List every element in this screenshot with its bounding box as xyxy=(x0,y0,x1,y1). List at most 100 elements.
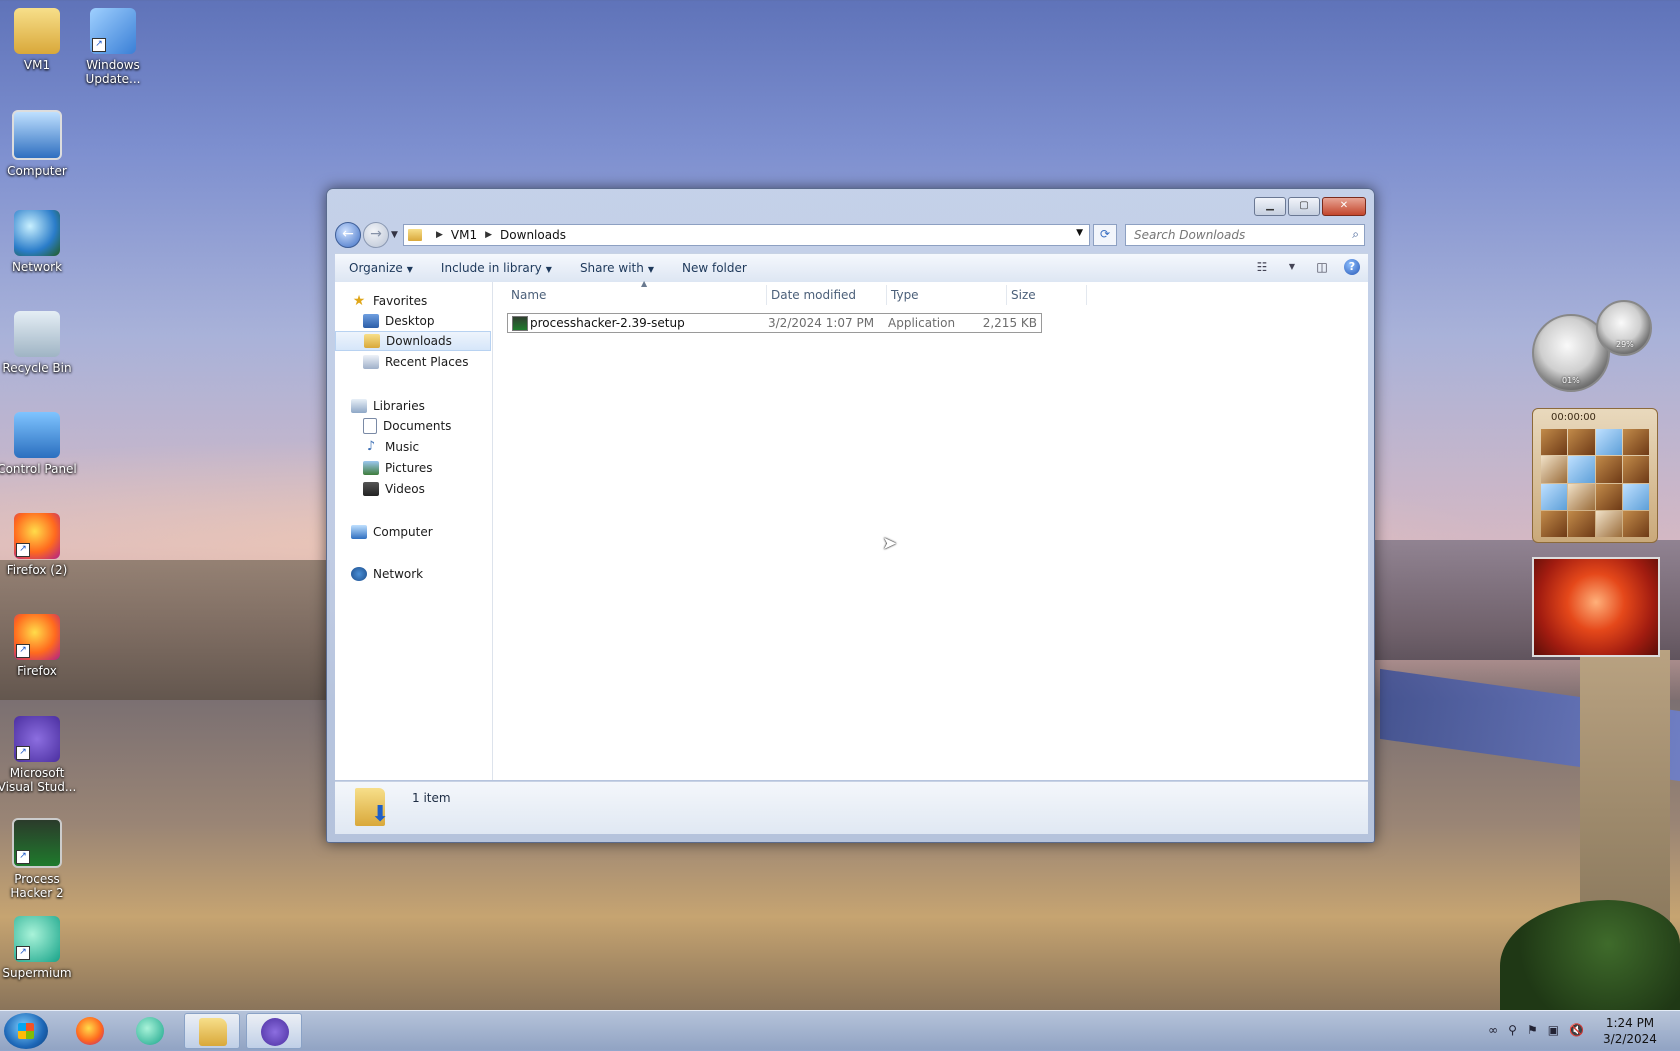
clock[interactable]: 1:24 PM 3/2/2024 xyxy=(1588,1015,1672,1047)
forward-button[interactable]: → xyxy=(363,222,389,248)
file-type: Application xyxy=(888,316,956,330)
memory-meter-gadget[interactable]: 29% xyxy=(1596,300,1652,356)
close-button[interactable]: ✕ xyxy=(1322,197,1366,216)
view-controls: ☷ ▼ ◫ ? xyxy=(1254,259,1360,275)
desktop-icon-network[interactable]: Network xyxy=(0,210,77,274)
network-icon xyxy=(351,567,367,581)
refresh-icon[interactable]: ⟳ xyxy=(1093,224,1117,246)
desktop-icon-visual-studio[interactable]: ↗ Microsoft Visual Stud... xyxy=(0,716,77,794)
slideshow-gadget[interactable] xyxy=(1532,557,1660,657)
command-bar: Organize ▼ Include in library ▼ Share with… xyxy=(335,253,1368,283)
process-hacker-icon: ↗ xyxy=(12,818,62,868)
minimize-button[interactable]: ▁ xyxy=(1254,197,1286,216)
start-button[interactable] xyxy=(4,1013,48,1049)
computer-icon xyxy=(12,110,62,160)
new-folder-button[interactable]: New folder xyxy=(668,261,761,275)
desktop-icon-firefox[interactable]: ↗ Firefox xyxy=(0,614,77,678)
column-header-size[interactable]: Size xyxy=(1007,285,1087,305)
search-tray-icon[interactable]: ⚲ xyxy=(1508,1023,1517,1037)
file-row[interactable]: processhacker-2.39-setup 3/2/2024 1:07 P… xyxy=(507,313,1042,333)
desktop-icon-label: Firefox xyxy=(17,664,57,678)
desktop-icon-label: Firefox (2) xyxy=(6,563,68,577)
star-icon: ★ xyxy=(352,293,366,309)
maximize-button[interactable]: ▢ xyxy=(1288,197,1320,216)
music-note-icon: ♪ xyxy=(366,439,376,454)
taskbar-supermium[interactable] xyxy=(122,1013,178,1049)
folder-icon xyxy=(408,229,422,241)
desktop-icon-label: Supermium xyxy=(2,966,72,980)
desktop-icon-recycle-bin[interactable]: Recycle Bin xyxy=(0,311,77,375)
column-header-name[interactable]: Name xyxy=(507,285,767,305)
nav-documents[interactable]: Documents xyxy=(335,416,519,436)
memory-usage: 29% xyxy=(1616,340,1634,349)
desktop-icon-windows-update[interactable]: ↗ Windows Update... xyxy=(73,8,153,86)
preview-pane-icon[interactable]: ◫ xyxy=(1314,259,1330,275)
explorer-window[interactable]: ▁ ▢ ✕ ← → ▼ ▶ VM1 ▶ Downloads ▼ ⟳ ⌕ Orga… xyxy=(326,188,1375,843)
taskbar-explorer[interactable] xyxy=(184,1013,240,1049)
nav-desktop[interactable]: Desktop xyxy=(335,311,519,331)
breadcrumb-separator-icon[interactable]: ▶ xyxy=(436,230,443,240)
include-in-library-menu[interactable]: Include in library ▼ xyxy=(427,261,566,275)
organize-menu[interactable]: Organize ▼ xyxy=(335,261,427,275)
recent-pages-dropdown[interactable]: ▼ xyxy=(391,230,398,240)
notification-area: ∞ ⚲ ⚑ ▣ 🔇 xyxy=(1488,1023,1584,1037)
application-icon xyxy=(512,316,528,331)
breadcrumb-separator-icon[interactable]: ▶ xyxy=(485,230,492,240)
firefox-icon xyxy=(76,1017,104,1045)
back-button[interactable]: ← xyxy=(335,222,361,248)
caption-buttons: ▁ ▢ ✕ xyxy=(1254,197,1366,216)
chevron-down-icon: ▼ xyxy=(647,265,654,274)
desktop-icon-process-hacker[interactable]: ↗ Process Hacker 2 xyxy=(0,818,77,900)
action-center-flag-icon[interactable]: ⚑ xyxy=(1527,1023,1538,1037)
nav-videos[interactable]: Videos xyxy=(335,479,519,499)
breadcrumb-vm1[interactable]: VM1 xyxy=(451,228,477,242)
help-icon[interactable]: ? xyxy=(1344,259,1360,275)
videos-icon xyxy=(363,482,379,496)
desktop-icon-vm1[interactable]: VM1 xyxy=(0,8,77,72)
nav-computer[interactable]: Computer xyxy=(335,522,507,542)
item-count: 1 item xyxy=(412,791,451,805)
nav-music[interactable]: ♪ Music xyxy=(335,437,519,457)
nav-libraries[interactable]: Libraries xyxy=(335,396,507,416)
file-list: ▲ Name Date modified Type Size processha… xyxy=(493,279,1368,780)
taskbar-visual-studio[interactable] xyxy=(246,1013,302,1049)
vs-tray-icon[interactable]: ∞ xyxy=(1488,1023,1498,1037)
share-with-menu[interactable]: Share with ▼ xyxy=(566,261,668,275)
volume-muted-icon[interactable]: 🔇 xyxy=(1569,1023,1584,1037)
search-icon[interactable]: ⌕ xyxy=(1352,227,1359,242)
pictures-icon xyxy=(363,461,379,475)
nav-favorites[interactable]: ★ Favorites xyxy=(335,291,507,311)
windows-logo-icon xyxy=(18,1023,34,1039)
search-input[interactable] xyxy=(1132,225,1336,245)
nav-network[interactable]: Network xyxy=(335,564,507,584)
nav-recent-places[interactable]: Recent Places xyxy=(335,352,519,372)
download-arrow-icon: ⬇ xyxy=(371,802,390,827)
view-options-dropdown-icon[interactable]: ▼ xyxy=(1284,259,1300,275)
change-view-icon[interactable]: ☷ xyxy=(1254,259,1270,275)
nav-downloads[interactable]: Downloads xyxy=(335,331,491,351)
explorer-folder-icon xyxy=(199,1018,227,1046)
taskbar-firefox[interactable] xyxy=(62,1013,118,1049)
mouse-pointer-icon: ➤ xyxy=(882,533,898,554)
desktop-icon-control-panel[interactable]: Control Panel xyxy=(0,412,77,476)
column-header-date-modified[interactable]: Date modified xyxy=(767,285,887,305)
chevron-down-icon: ▼ xyxy=(545,265,552,274)
user-folder-icon xyxy=(14,8,60,54)
picture-puzzle-gadget[interactable]: 00:00:00 xyxy=(1532,408,1658,543)
search-box[interactable]: ⌕ xyxy=(1125,224,1365,246)
desktop-icon-firefox-2[interactable]: ↗ Firefox (2) xyxy=(0,513,77,577)
visual-studio-icon: ↗ xyxy=(14,716,60,762)
desktop-icon-supermium[interactable]: ↗ Supermium xyxy=(0,916,77,980)
file-size: 2,215 KB xyxy=(982,316,1037,330)
nav-pictures[interactable]: Pictures xyxy=(335,458,519,478)
puzzle-tiles[interactable] xyxy=(1541,429,1649,537)
breadcrumb-downloads[interactable]: Downloads xyxy=(500,228,566,242)
desktop-icon-computer[interactable]: Computer xyxy=(0,110,77,178)
network-globe-icon xyxy=(14,210,60,256)
address-dropdown-icon[interactable]: ▼ xyxy=(1076,228,1083,238)
address-bar[interactable]: ▶ VM1 ▶ Downloads ▼ xyxy=(403,224,1090,246)
details-pane: ⬇ 1 item xyxy=(335,781,1368,834)
network-tray-icon[interactable]: ▣ xyxy=(1548,1023,1559,1037)
taskbar: ∞ ⚲ ⚑ ▣ 🔇 1:24 PM 3/2/2024 xyxy=(0,1010,1680,1051)
column-header-type[interactable]: Type xyxy=(887,285,1007,305)
